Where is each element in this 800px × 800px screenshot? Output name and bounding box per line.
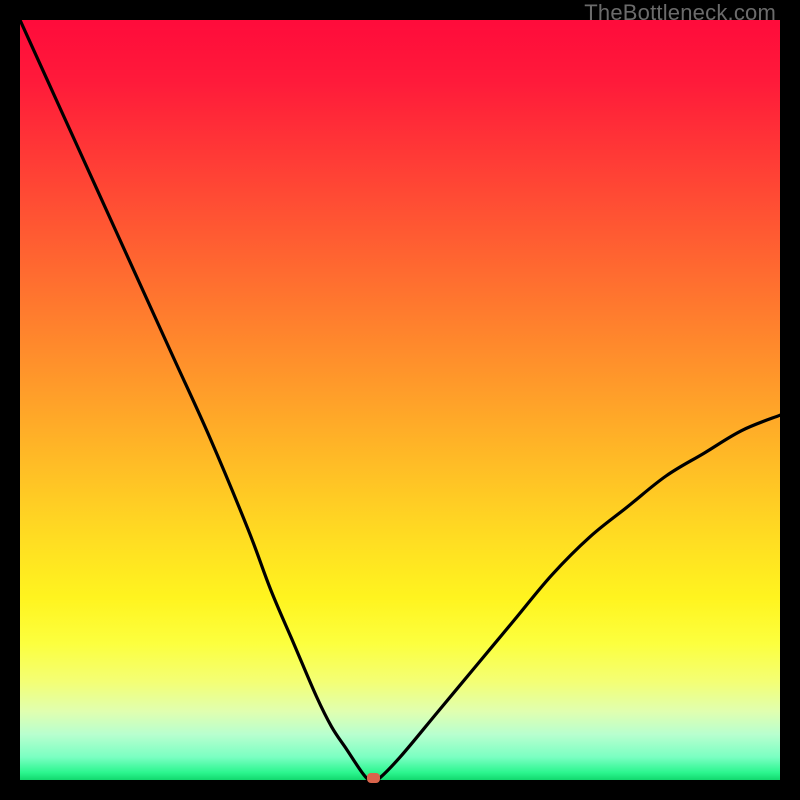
chart-frame: TheBottleneck.com	[0, 0, 800, 800]
minimum-marker	[367, 773, 380, 783]
bottleneck-curve	[20, 20, 780, 780]
